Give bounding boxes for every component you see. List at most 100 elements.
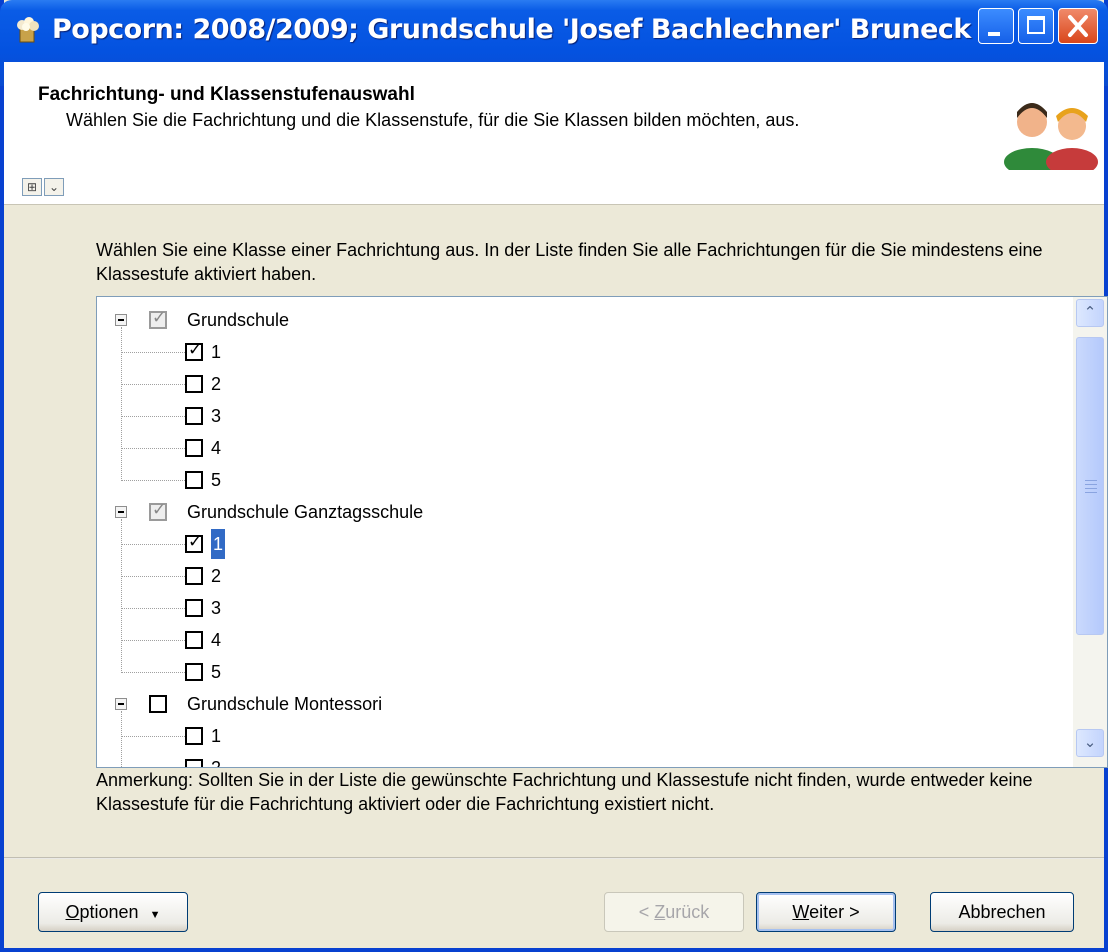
minimize-button[interactable] [978,8,1014,44]
tree-item-label: 1 [211,529,226,559]
tree-item[interactable]: 2 [97,753,997,768]
tree-item-label: 3 [211,406,222,426]
collapse-toggle-icon[interactable] [115,698,127,710]
class-checkbox[interactable] [185,727,203,745]
chevron-up-icon: ⌃ [1083,304,1097,321]
tree-group[interactable]: ✓ Grundschule [97,305,997,335]
users-icon [1004,103,1098,170]
collapse-toggle-icon[interactable] [115,314,127,326]
tree-item[interactable]: 2 [97,369,997,399]
class-checkbox[interactable]: ✓ [185,532,203,553]
tree-item-label: 5 [211,470,222,490]
class-checkbox[interactable] [185,599,203,617]
tree-item-label: 1 [211,342,222,362]
tree-group-label: Grundschule Montessori [187,694,383,714]
window-title: Popcorn: 2008/2009; Grundschule 'Josef B… [52,14,971,45]
class-checkbox[interactable] [185,567,203,585]
scroll-down-button[interactable]: ⌄ [1076,729,1104,757]
class-checkbox[interactable] [185,375,203,393]
options-button[interactable]: Optionen ▼ [38,892,188,932]
tree-group[interactable]: Grundschule Montessori [97,689,997,719]
tree-connector [121,544,185,546]
tree-connector [121,640,185,642]
note-text: Anmerkung: Sollten Sie in der Liste die … [96,770,1033,814]
tree-item[interactable]: 3 [97,401,997,431]
tree-item-label: 5 [211,662,222,682]
class-checkbox[interactable] [185,663,203,681]
checkmark-icon: ✓ [188,532,203,551]
cancel-button[interactable]: Abbrechen [930,892,1074,932]
collapse-toggle-icon[interactable] [115,506,127,518]
wizard-window: Popcorn: 2008/2009; Grundschule 'Josef B… [0,0,1108,952]
chevron-down-icon: ⌄ [1083,734,1097,751]
tree-item[interactable]: 2 [97,561,997,591]
class-checkbox[interactable] [185,407,203,425]
class-checkbox[interactable]: ✓ [185,340,203,361]
popcorn-app-icon [17,17,39,43]
scroll-up-button[interactable]: ⌃ [1076,299,1104,327]
tree-connector [121,711,123,767]
dropdown-arrow-icon: ▼ [149,909,161,921]
scroll-thumb[interactable] [1076,337,1104,635]
expand-icon: ⊞ [26,180,38,194]
group-checkbox[interactable] [149,695,167,713]
options-label-post: ptionen [79,902,139,922]
tree-item[interactable]: 5 [97,465,997,495]
tree-connector [121,608,185,610]
group-checkbox[interactable]: ✓ [149,500,167,521]
maximize-button[interactable] [1018,8,1054,44]
intro-text: Wählen Sie eine Klasse einer Fachrichtun… [96,240,1043,284]
tree-connector [121,519,123,671]
header-separator [4,204,1104,205]
options-label-accel: O [65,902,80,922]
tree-connector [121,416,185,418]
tree-item[interactable]: 5 [97,657,997,687]
tree-group-label: Grundschule Ganztagsschule [187,502,424,522]
tree-connector [121,448,185,450]
tree-item[interactable]: 4 [97,433,997,463]
class-checkbox[interactable] [185,759,203,767]
class-tree[interactable]: ✓ Grundschule ✓ 1 2 3 4 5 ✓ Grundschule Ganztagss… [96,296,1108,768]
page-title: Fachrichtung- und Klassenstufenauswahl [38,84,415,105]
tree-item[interactable]: ✓ 1 [97,529,997,559]
close-button[interactable] [1058,8,1098,44]
tree-connector [121,672,185,674]
tree-item-label: 3 [211,598,222,618]
back-label-accel: Z [654,902,666,922]
back-label-pre: < [638,902,655,922]
tree-item-label: 2 [211,758,222,768]
tree-item[interactable]: 4 [97,625,997,655]
expand-all-button[interactable]: ⊞ [22,178,42,196]
tree-group-label: Grundschule [187,310,290,330]
tree-connector [121,736,185,738]
class-checkbox[interactable] [185,439,203,457]
tree-item[interactable]: ✓ 1 [97,337,997,367]
tree-item-label: 1 [211,726,222,746]
next-label-accel: W [792,902,810,922]
tree-group[interactable]: ✓ Grundschule Ganztagsschule [97,497,997,527]
back-button[interactable]: < Zurück [604,892,744,932]
checkmark-icon: ✓ [152,500,167,519]
tree-item-label: 4 [211,438,222,458]
collapse-down-button[interactable]: ⌄ [44,178,64,196]
vertical-scrollbar[interactable]: ⌃ ⌄ [1073,297,1107,767]
group-checkbox[interactable]: ✓ [149,308,167,329]
class-checkbox[interactable] [185,631,203,649]
next-button[interactable]: Weiter > [756,892,896,932]
class-checkbox[interactable] [185,471,203,489]
checkmark-icon: ✓ [152,308,167,327]
page-subtitle: Wählen Sie die Fachrichtung und die Klas… [66,110,800,130]
next-label-post: eiter > [809,902,860,922]
tree-item[interactable]: 1 [97,721,997,751]
maximize-icon [1027,16,1045,34]
footer-separator [4,857,1104,859]
tree-item-label: 2 [211,566,222,586]
tree-connector [121,352,185,354]
tree-item[interactable]: 3 [97,593,997,623]
tree-item-label: 4 [211,630,222,650]
tree-connector [121,327,123,479]
tree-connector [121,480,185,482]
tree-connector [121,576,185,578]
tree-item-label: 2 [211,374,222,394]
back-label-post: urück [665,902,710,922]
